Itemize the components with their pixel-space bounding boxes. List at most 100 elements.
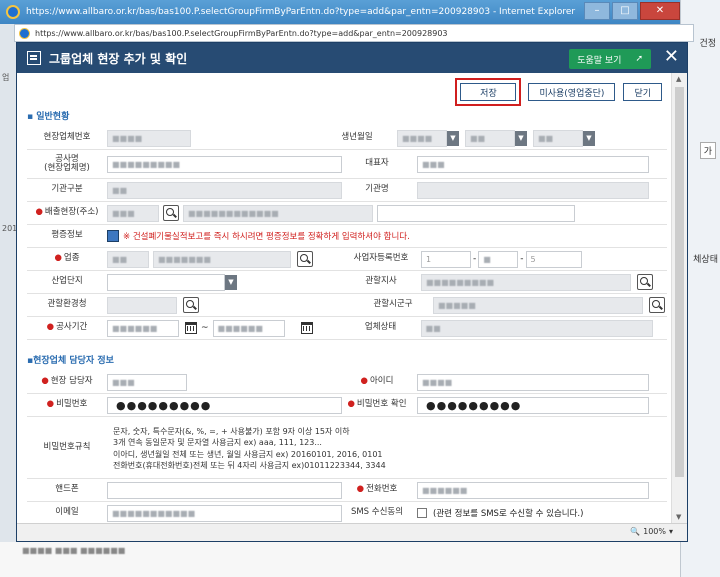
calendar-icon[interactable] — [185, 322, 197, 334]
company-name-input[interactable]: ■■■■■■■■■ — [107, 155, 342, 173]
birth-label: 생년월일 — [341, 132, 373, 143]
rule-line: 문자, 숫자, 특수문자(&, %, =, + 사용불가) 포함 9자 이상 1… — [113, 426, 350, 436]
chevron-down-icon[interactable]: ▼ — [583, 130, 595, 146]
background-label: 체상태 — [693, 255, 718, 265]
popup-header: 그룹업체 현장 추가 및 확인 도움말 보기 ➚ ✕ — [17, 43, 687, 73]
birth-day-select[interactable]: ■■ — [533, 129, 583, 147]
close-button[interactable]: 닫기 — [623, 83, 662, 101]
form-row: 기관구분 ■■ 기관명 — [27, 179, 667, 202]
search-icon[interactable] — [649, 297, 665, 313]
password-input[interactable]: ●●●●●●●●● — [107, 396, 342, 414]
search-icon[interactable] — [163, 205, 179, 221]
mobile-label: 핸드폰 — [55, 484, 79, 495]
help-button[interactable]: 도움말 보기 ➚ — [569, 49, 651, 69]
popup-dialog: 그룹업체 현장 추가 및 확인 도움말 보기 ➚ ✕ 저장 미사용(영업중단) … — [16, 42, 688, 542]
scroll-up-icon[interactable]: ▲ — [676, 75, 681, 83]
birth-year-select[interactable]: ■■■■ — [397, 129, 447, 147]
background-left-strip: 업 201 — [0, 24, 17, 577]
cert-edit-icon[interactable] — [107, 230, 119, 242]
org-name-label: 기관명 — [365, 184, 389, 195]
user-id-label: ● 아이디 — [360, 376, 394, 387]
rule-line: 3개 연속 동일문자 및 문자열 사용금지 ex) aaa, 111, 123.… — [113, 438, 322, 447]
background-button[interactable]: 가 — [699, 142, 716, 159]
email-input[interactable]: ■■■■■■■■■■■ — [107, 504, 342, 522]
search-icon[interactable] — [183, 297, 199, 313]
construction-period-label: ● 공사기간 — [46, 322, 88, 333]
background-text: ■■■■ ■■■ ■■■■■■ — [22, 546, 126, 555]
form-row: ● 공사기간 ■■■■■■ ~ ■■■■■■ 업체상태 ■■ — [27, 317, 667, 340]
chevron-down-icon[interactable]: ▼ — [515, 130, 527, 146]
org-type-field: ■■ — [107, 181, 342, 199]
jurisdiction-branch-field: ■■■■■■■■■ — [421, 273, 631, 291]
birth-month-select[interactable]: ■■ — [465, 129, 515, 147]
form-row: 공사명 (현장업체명) ■■■■■■■■■ 대표자 ■■■ — [27, 150, 667, 179]
rule-line: 이아디, 생년월일 전체 또는 생년, 월일 사용금지 ex) 20160101… — [113, 449, 383, 459]
password-rules-text: 문자, 숫자, 특수문자(&, %, =, + 사용불가) 포함 9자 이상 1… — [107, 424, 386, 472]
ceo-input[interactable]: ■■■ — [417, 155, 649, 173]
search-icon[interactable] — [297, 251, 313, 267]
site-manager-input[interactable]: ■■■ — [107, 373, 187, 391]
chevron-down-icon[interactable]: ▼ — [447, 130, 459, 146]
browser-title-bar: https://www.allbaro.or.kr/bas/bas100.P.s… — [0, 0, 720, 24]
zoom-icon: 🔍 — [630, 527, 641, 536]
background-label: 업 — [2, 73, 10, 82]
maximize-button[interactable]: □ — [612, 2, 638, 20]
form-row: 이메일 ■■■■■■■■■■■ SMS 수신동의 (관련 정보를 SMS로 수신… — [27, 502, 667, 523]
chevron-down-icon[interactable]: ▾ — [669, 527, 673, 536]
start-date-input[interactable]: ■■■■■■ — [107, 319, 179, 337]
vertical-scrollbar[interactable]: ▲ ▼ — [671, 73, 687, 523]
document-icon — [27, 51, 41, 65]
address-bar[interactable]: https://www.allbaro.or.kr/bas/bas100.P.s… — [14, 24, 694, 42]
city-county-field: ■■■■■ — [433, 296, 643, 314]
env-office-label: 관할환경청 — [47, 299, 87, 310]
industrial-complex-label: 산업단지 — [51, 276, 83, 287]
chevron-down-icon[interactable]: ▼ — [225, 274, 237, 290]
scroll-thumb[interactable] — [675, 87, 684, 477]
biz-reg-part3-input[interactable]: 5 — [525, 250, 582, 268]
password-confirm-input[interactable]: ●●●●●●●●● — [417, 396, 649, 414]
biz-reg-part2-input[interactable]: ■ — [478, 250, 519, 268]
form-row: ● 업종 ■■ ■■■■■■■ 사업자등록번호 1 - ■ - 5 — [27, 248, 667, 271]
org-name-field — [417, 181, 649, 199]
discharge-site-label: ● 배출현장(주소) — [35, 207, 99, 218]
cert-notice: ※ 건설폐기물실적보고를 즉시 하시려면 평증정보를 정확하게 입력하셔야 합니… — [123, 232, 410, 242]
scroll-down-icon[interactable]: ▼ — [676, 513, 681, 521]
email-label: 이메일 — [55, 507, 79, 518]
window-close-button[interactable]: ✕ — [640, 2, 680, 20]
end-date-input[interactable]: ■■■■■■ — [212, 319, 285, 337]
popup-close-icon[interactable]: ✕ — [664, 47, 679, 67]
form-row: ● 비밀번호 ●●●●●●●●● ● 비밀번호 확인 ●●●●●●●●● — [27, 394, 667, 417]
form-row: 관할환경청 관할시군구 ■■■■■ — [27, 294, 667, 317]
jurisdiction-branch-label: 관할지사 — [365, 276, 397, 287]
status-bar: 🔍 100% ▾ — [17, 523, 687, 541]
industrial-complex-select[interactable] — [107, 273, 225, 291]
biz-reg-part1-input[interactable]: 1 — [421, 250, 471, 268]
sms-consent-checkbox[interactable] — [417, 508, 427, 518]
search-icon[interactable] — [637, 274, 653, 290]
section-general-title: ▪ 일반현황 — [27, 112, 70, 122]
zoom-level[interactable]: 100% — [643, 527, 666, 536]
background-label: 건정 — [699, 39, 716, 49]
form-row: ● 현장 담당자 ■■■ ● 아이디 ■■■■ — [27, 371, 667, 394]
section-manager-title: ▪현장업체 담당자 정보 — [27, 356, 114, 366]
cursor-icon: ➚ — [635, 54, 643, 64]
help-button-label: 도움말 보기 — [577, 55, 622, 66]
sms-consent-text: (관련 정보를 SMS로 수신할 수 있습니다.) — [433, 509, 584, 519]
calendar-icon[interactable] — [300, 322, 313, 334]
unused-button[interactable]: 미사용(영업중단) — [528, 83, 616, 101]
site-no-field: ■■■■ — [107, 129, 191, 147]
user-id-input[interactable]: ■■■■ — [417, 373, 649, 391]
form-row: 평증정보 ※ 건설폐기물실적보고를 즉시 하시려면 평증정보를 정확하게 입력하… — [27, 225, 667, 248]
ceo-label: 대표자 — [365, 158, 389, 169]
zoom-control[interactable]: 🔍 100% ▾ — [630, 527, 673, 536]
save-button[interactable]: 저장 — [455, 78, 522, 106]
company-name-label: 공사명 (현장업체명) — [44, 153, 90, 173]
address-detail-input[interactable] — [377, 204, 575, 222]
mobile-input[interactable] — [107, 481, 342, 499]
phone-input[interactable]: ■■■■■■ — [417, 481, 649, 499]
form-row: 비밀번호규칙 문자, 숫자, 특수문자(&, %, =, + 사용불가) 포함 … — [27, 417, 667, 479]
password-rules-label: 비밀번호규칙 — [43, 441, 91, 452]
form-row: ● 배출현장(주소) ■■■ ■■■■■■■■■■■■ — [27, 202, 667, 225]
minimize-button[interactable]: – — [584, 2, 610, 20]
address-url[interactable]: https://www.allbaro.or.kr/bas/bas100.P.s… — [35, 29, 448, 38]
